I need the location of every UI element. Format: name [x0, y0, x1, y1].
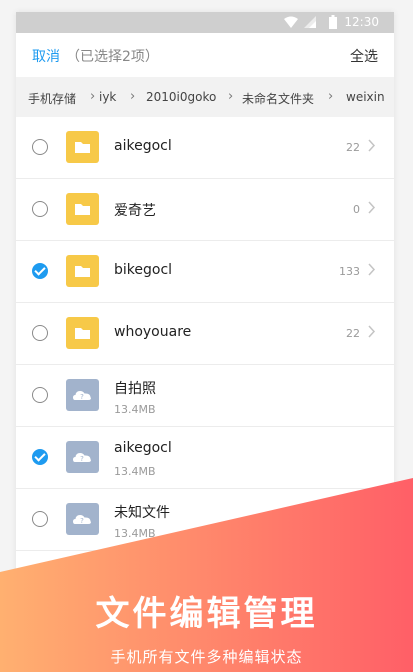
breadcrumb: 手机存储 › iyk › 2010i0goko › 未命名文件夹 › weixi…: [16, 77, 394, 117]
select-checkbox[interactable]: [32, 325, 48, 341]
status-bar: 12:30: [16, 12, 394, 33]
item-count: 22: [346, 327, 360, 340]
cloud-file-icon: ?: [66, 379, 99, 411]
list-item[interactable]: ? aikegocl 13.4MB: [16, 427, 394, 489]
item-count: 22: [346, 141, 360, 154]
select-checkbox[interactable]: [32, 387, 48, 403]
folder-icon: [66, 131, 99, 163]
select-checkbox[interactable]: [32, 511, 48, 527]
file-size: 13.4MB: [114, 465, 156, 478]
folder-icon: [66, 255, 99, 287]
file-list: aikegocl 22 爱奇艺 0 bikegocl 133 whoyouare…: [16, 117, 394, 551]
breadcrumb-item-2010i0goko[interactable]: 2010i0goko: [146, 90, 216, 104]
file-name: aikegocl: [114, 440, 172, 456]
folder-icon: [66, 193, 99, 225]
svg-text:?: ?: [80, 393, 84, 401]
breadcrumb-separator-icon: ›: [228, 89, 234, 104]
list-item[interactable]: bikegocl 133: [16, 241, 394, 303]
list-item[interactable]: 爱奇艺 0: [16, 179, 394, 241]
chevron-right-icon[interactable]: [367, 324, 376, 339]
select-all-button[interactable]: 全选: [350, 46, 378, 66]
wifi-icon: [284, 16, 298, 28]
file-name: 爱奇艺: [114, 203, 156, 219]
file-name: bikegocl: [114, 262, 173, 278]
breadcrumb-separator-icon: ›: [130, 89, 136, 104]
breadcrumb-separator-icon: ›: [328, 89, 334, 104]
breadcrumb-separator-icon: ›: [90, 89, 96, 104]
list-item[interactable]: ? 自拍照 13.4MB: [16, 365, 394, 427]
item-count: 133: [339, 265, 360, 278]
svg-text:?: ?: [80, 517, 84, 525]
file-size: 13.4MB: [114, 527, 156, 540]
list-item[interactable]: whoyouare 22: [16, 303, 394, 365]
selected-count: （已选择2项）: [66, 49, 159, 65]
svg-text:?: ?: [80, 455, 84, 463]
check-icon: [34, 450, 46, 462]
item-count: 0: [353, 203, 360, 216]
breadcrumb-item-weixin[interactable]: weixin: [346, 90, 385, 104]
breadcrumb-item-iyk[interactable]: iyk: [99, 90, 116, 104]
cancel-button[interactable]: 取消: [32, 46, 60, 66]
file-name: 自拍照: [114, 381, 156, 397]
cloud-file-icon: ?: [66, 441, 99, 473]
folder-icon: [66, 317, 99, 349]
select-checkbox-checked[interactable]: [32, 263, 48, 279]
file-name: 未知文件: [114, 505, 170, 521]
select-checkbox-checked[interactable]: [32, 449, 48, 465]
chevron-right-icon[interactable]: [367, 262, 376, 277]
select-checkbox[interactable]: [32, 201, 48, 217]
list-item[interactable]: aikegocl 22: [16, 117, 394, 179]
list-item[interactable]: ? 未知文件 13.4MB: [16, 489, 394, 551]
cloud-file-icon: ?: [66, 503, 99, 535]
file-name: whoyouare: [114, 324, 192, 340]
file-name: aikegocl: [114, 138, 172, 154]
status-time: 12:30: [344, 15, 379, 29]
battery-icon: [329, 15, 337, 29]
select-checkbox[interactable]: [32, 139, 48, 155]
selection-toolbar: 取消 （已选择2项） 全选: [16, 33, 394, 77]
chevron-right-icon[interactable]: [367, 138, 376, 153]
signal-icon: [304, 16, 316, 28]
file-size: 13.4MB: [114, 403, 156, 416]
check-icon: [34, 264, 46, 276]
breadcrumb-item-phone-storage[interactable]: 手机存储: [28, 90, 76, 107]
phone-screen: 12:30 取消 （已选择2项） 全选 手机存储 › iyk › 2010i0g…: [16, 12, 394, 672]
breadcrumb-item-unnamed-folder[interactable]: 未命名文件夹: [242, 90, 314, 107]
chevron-right-icon[interactable]: [367, 200, 376, 215]
